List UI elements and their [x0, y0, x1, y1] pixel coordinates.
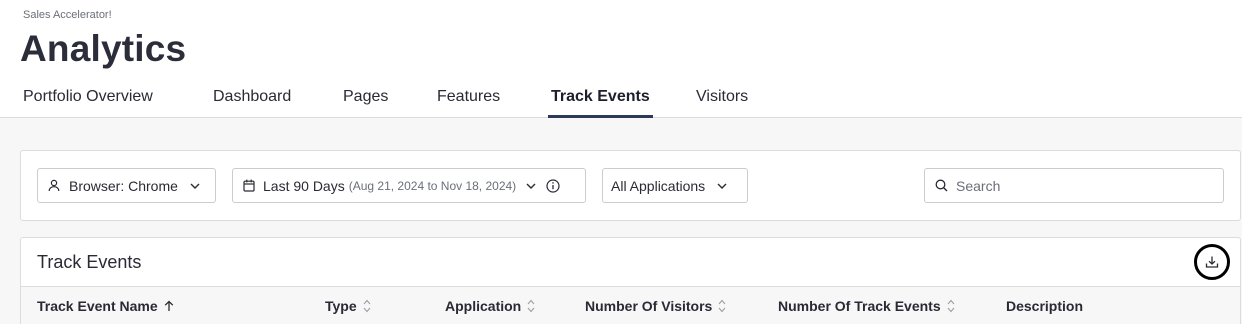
date-range-sub: (Aug 21, 2024 to Nov 18, 2024) [348, 178, 517, 193]
tab-track-events[interactable]: Track Events [548, 88, 653, 118]
tab-portfolio-overview[interactable]: Portfolio Overview [23, 88, 153, 118]
column-header-type[interactable]: Type [325, 298, 371, 314]
sort-icon [941, 298, 955, 314]
column-label: Number Of Track Events [778, 298, 941, 314]
user-icon [48, 179, 60, 192]
column-header-number-of-visitors[interactable]: Number Of Visitors [585, 298, 726, 314]
search-icon [935, 179, 948, 192]
download-icon [1205, 255, 1219, 269]
app-name: Sales Accelerator! [23, 9, 112, 21]
chevron-down-icon [190, 183, 200, 189]
chevron-down-icon [526, 183, 536, 189]
column-label: Description [1006, 298, 1084, 314]
search-input[interactable] [956, 177, 1206, 194]
applications-label: All Applications [611, 177, 706, 194]
table-header: Track Event Name Type Application Number… [21, 286, 1240, 324]
column-header-number-of-track-events[interactable]: Number Of Track Events [778, 298, 955, 314]
date-range-label: Last 90 Days [263, 177, 345, 194]
column-header-description: Description [1006, 298, 1083, 314]
column-header-application[interactable]: Application [445, 298, 535, 314]
search-box [924, 168, 1224, 203]
table-title: Track Events [37, 252, 142, 272]
sort-ascending-icon [158, 300, 174, 312]
calendar-icon [243, 179, 255, 192]
sort-icon [712, 298, 726, 314]
column-label: Number Of Visitors [585, 298, 713, 314]
filter-bar: Browser: Chrome Last 90 Days (Aug 21, 20… [20, 150, 1241, 221]
segment-dropdown[interactable]: Browser: Chrome [37, 168, 216, 203]
tab-visitors[interactable]: Visitors [696, 88, 748, 118]
sort-icon [357, 298, 371, 314]
column-label: Application [445, 298, 522, 314]
tab-dashboard[interactable]: Dashboard [213, 88, 291, 118]
info-icon[interactable] [546, 178, 560, 193]
sort-icon [521, 298, 535, 314]
chevron-down-icon [717, 183, 727, 189]
content-area: Browser: Chrome Last 90 Days (Aug 21, 20… [0, 118, 1242, 324]
download-button[interactable] [1194, 244, 1230, 280]
date-range-dropdown[interactable]: Last 90 Days (Aug 21, 2024 to Nov 18, 20… [232, 168, 586, 203]
tab-features[interactable]: Features [437, 88, 500, 118]
column-label: Type [325, 298, 357, 314]
column-header-track-event-name[interactable]: Track Event Name [37, 298, 174, 314]
page-header: Sales Accelerator! Analytics Portfolio O… [0, 0, 1242, 118]
column-label: Track Event Name [37, 298, 158, 314]
applications-dropdown[interactable]: All Applications [602, 168, 748, 203]
segment-label: Browser: Chrome [69, 177, 178, 194]
page-title: Analytics [20, 28, 187, 69]
tab-pages[interactable]: Pages [343, 88, 388, 118]
track-events-table: Track Events Track Event Name Type Appli… [20, 237, 1241, 324]
